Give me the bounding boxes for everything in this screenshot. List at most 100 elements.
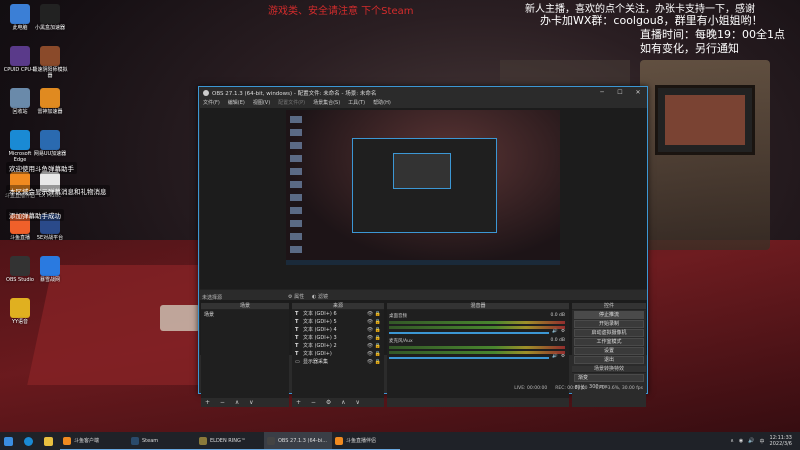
yy-icon <box>10 298 30 318</box>
menu-tools[interactable]: 工具(T) <box>348 99 365 106</box>
exit-button[interactable]: 退出 <box>574 356 644 364</box>
app-icon <box>267 436 275 445</box>
wallpaper-arcade-art <box>665 95 745 145</box>
source-item[interactable]: T 文本 (GDI+) 3 👁 🔒 <box>292 334 384 342</box>
desktop-icon-label: YY语音 <box>11 319 29 325</box>
taskbar-item[interactable]: Steam <box>128 432 196 450</box>
taskbar-item[interactable]: 斗鱼直播伴侣 <box>332 432 400 450</box>
preview-canvas[interactable] <box>286 110 560 265</box>
desktop-icon[interactable]: 网易UU加速器 <box>32 130 68 157</box>
controls-dock-title: 控件 <box>572 303 646 310</box>
obs-window[interactable]: OBS 27.1.3 (64-bit, windows) - 配置文件: 未命名… <box>198 86 648 407</box>
windows-icon <box>4 436 13 446</box>
system-tray: ∧ ◉ 🔊 中 12:11:33 2022/3/6 <box>730 435 800 447</box>
close-button[interactable]: ✕ <box>629 87 647 98</box>
wallpaper-cake <box>160 305 200 331</box>
source-item[interactable]: T 文本 (GDI+) 👁 🔒 <box>292 350 384 358</box>
taskbar-item-label: OBS 27.1.3 (64-bi... <box>278 437 327 444</box>
menu-profile[interactable]: 配置文件(P) <box>278 99 305 106</box>
taskbar-item-label: 斗鱼直播伴侣 <box>346 438 377 444</box>
explorer-taskbar-button[interactable] <box>40 432 60 450</box>
menu-file[interactable]: 文件(F) <box>203 99 220 106</box>
menu-help[interactable]: 帮助(H) <box>373 99 391 106</box>
volume-slider[interactable] <box>389 356 550 359</box>
speaker-icon[interactable]: 🔊 <box>552 354 558 359</box>
taskbar-item-label: 斗鱼客户端 <box>74 438 100 444</box>
source-item[interactable]: ▭ 显示器采集 👁 🔒 <box>292 358 384 366</box>
eye-lock-icon[interactable]: 👁 🔒 <box>367 350 381 358</box>
obs-menubar: 文件(F) 编辑(E) 视图(V) 配置文件(P) 场景集合(S) 工具(T) … <box>199 98 647 107</box>
virtual-camera-button[interactable]: 启动虚拟摄像机 <box>574 329 644 337</box>
notification-welcome: 欢迎使用斗鱼弹幕助手 <box>6 162 77 174</box>
taskbar-item[interactable]: ELDEN RING™ <box>196 432 264 450</box>
network-icon[interactable]: ◉ <box>739 438 743 444</box>
eye-lock-icon[interactable]: 👁 🔒 <box>367 342 381 350</box>
monitor-source-icon: ▭ <box>295 359 300 365</box>
desktop-icon-label: 小黑盒加速器 <box>34 25 65 31</box>
ime-icon[interactable]: 中 <box>760 438 765 445</box>
taskbar-item-label: ELDEN RING™ <box>210 437 246 444</box>
properties-button[interactable]: ⚙ 属性 <box>288 293 304 300</box>
studio-mode-button[interactable]: 工作室模式 <box>574 338 644 346</box>
stop-streaming-button[interactable]: 停止推流 <box>574 311 644 319</box>
maximize-button[interactable]: ☐ <box>611 87 629 98</box>
start-recording-button[interactable]: 开始录制 <box>574 320 644 328</box>
desktop-icon-label: 雷神加速器 <box>37 109 63 115</box>
desktop-icon-label: 暴雪战网 <box>39 277 60 283</box>
source-item[interactable]: T 文本 (GDI+) 2 👁 🔒 <box>292 342 384 350</box>
folder-icon <box>44 436 53 446</box>
taskbar-item[interactable]: 斗鱼客户端 <box>60 432 128 450</box>
desktop-icon[interactable]: 极速阴阳师模拟器 <box>32 46 68 79</box>
xiaoheihe-icon <box>40 4 60 24</box>
volume-icon[interactable]: 🔊 <box>748 438 754 444</box>
source-item[interactable]: T 文本 (GDI+) 6 👁 🔒 <box>292 310 384 318</box>
preview-desktop-icons <box>290 116 302 256</box>
text-source-icon: T <box>295 351 299 357</box>
start-button[interactable] <box>0 432 20 450</box>
gear-icon[interactable]: ⚙ <box>561 354 565 359</box>
cpuz-icon <box>10 46 30 66</box>
volume-meter <box>389 321 565 324</box>
filters-button[interactable]: ◐ 滤镜 <box>312 293 328 300</box>
volume-meter <box>389 351 565 354</box>
source-item[interactable]: T 文本 (GDI+) 4 👁 🔒 <box>292 326 384 334</box>
scenes-dock-toolbar[interactable]: + − ∧ ∨ <box>201 398 289 407</box>
menu-scene-collection[interactable]: 场景集合(S) <box>313 99 340 106</box>
gear-icon[interactable]: ⚙ <box>561 329 565 334</box>
live-time: LIVE: 00:00:00 <box>514 385 548 391</box>
desktop-icon[interactable]: 小黑盒加速器 <box>32 4 68 31</box>
obs-titlebar[interactable]: OBS 27.1.3 (64-bit, windows) - 配置文件: 未命名… <box>199 87 647 98</box>
eye-lock-icon[interactable]: 👁 🔒 <box>367 310 381 318</box>
source-item[interactable]: T 文本 (GDI+) 5 👁 🔒 <box>292 318 384 326</box>
tray-chevron-icon[interactable]: ∧ <box>730 438 734 444</box>
app-icon <box>131 436 139 445</box>
uu-icon <box>40 130 60 150</box>
desktop-icon[interactable]: 雷神加速器 <box>32 88 68 115</box>
transition-select[interactable]: 渐变 <box>574 374 644 382</box>
desktop-icon[interactable]: YY语音 <box>2 298 38 325</box>
preview-nested-obs-2 <box>393 153 451 189</box>
menu-view[interactable]: 视图(V) <box>253 99 270 106</box>
eye-lock-icon[interactable]: 👁 🔒 <box>367 326 381 334</box>
speaker-icon[interactable]: 🔊 <box>552 329 558 334</box>
mixer-channel-name: 麦克风/Aux <box>389 339 413 344</box>
taskbar-item[interactable]: OBS 27.1.3 (64-bi... <box>264 432 332 450</box>
settings-button[interactable]: 设置 <box>574 347 644 355</box>
sources-dock-toolbar[interactable]: + − ⚙ ∧ ∨ <box>292 398 384 407</box>
desktop-icon-label: 极速阴阳师模拟器 <box>32 67 68 79</box>
scenes-dock-title: 场景 <box>201 303 289 310</box>
text-source-icon: T <box>295 319 299 325</box>
menu-edit[interactable]: 编辑(E) <box>228 99 245 106</box>
minimize-button[interactable]: ─ <box>593 87 611 98</box>
edge-taskbar-button[interactable] <box>20 432 40 450</box>
eye-lock-icon[interactable]: 👁 🔒 <box>367 334 381 342</box>
app-icon <box>63 436 71 445</box>
desktop-icon[interactable]: 暴雪战网 <box>32 256 68 283</box>
sources-dock-title: 来源 <box>292 303 384 310</box>
volume-slider[interactable] <box>389 331 550 334</box>
notification-success: 添加弹幕助手成功 <box>6 209 64 221</box>
eye-lock-icon[interactable]: 👁 🔒 <box>367 318 381 326</box>
scene-item[interactable]: 场景 <box>201 310 289 319</box>
eye-lock-icon[interactable]: 👁 🔒 <box>367 358 381 366</box>
clock[interactable]: 12:11:33 2022/3/6 <box>770 435 792 447</box>
